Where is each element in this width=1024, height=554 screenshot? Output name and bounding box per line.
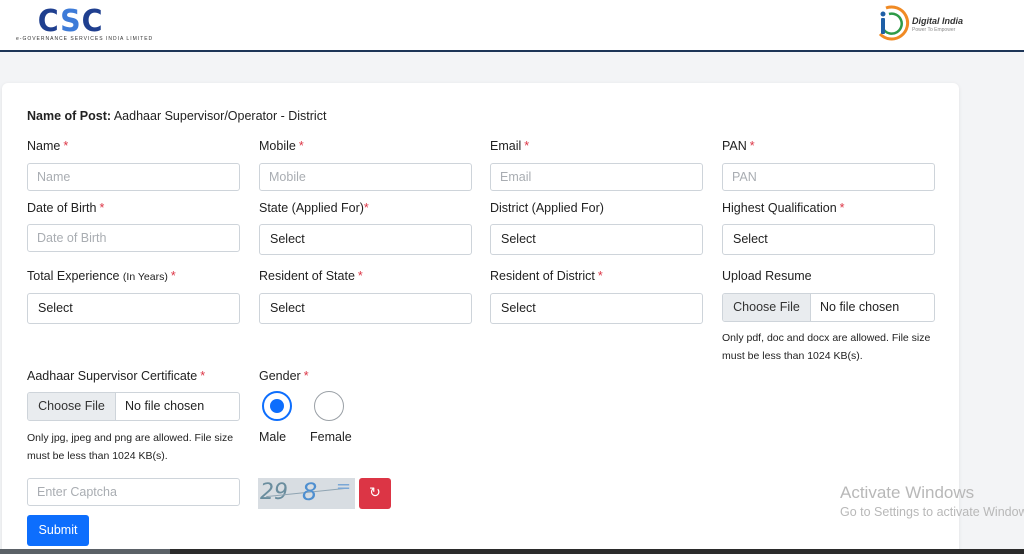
resume-file-status: No file chosen [820,300,900,314]
activate-windows-title: Activate Windows [840,483,975,502]
name-input[interactable] [27,163,240,191]
gender-label: Gender * [259,369,309,383]
resume-choose-file-button[interactable]: Choose File [723,294,811,321]
csc-logo-text: CSC [37,4,104,39]
dob-input[interactable] [27,224,240,252]
district-label: District (Applied For) [490,201,604,215]
gender-male-label[interactable]: Male [259,430,286,444]
certificate-file-input[interactable]: Choose File No file chosen [27,392,240,421]
captcha-glyph-b: 8 [302,478,318,506]
post-title: Name of Post: Aadhaar Supervisor/Operato… [27,109,326,123]
gender-female-radio[interactable] [314,391,344,421]
resident-state-label: Resident of State * [259,269,363,283]
name-label: Name * [27,139,69,153]
refresh-icon: ↻ [369,485,381,501]
pan-label: PAN * [722,139,755,153]
taskbar-segment [0,549,170,554]
site-header: CSC e-GOVERNANCE SERVICES INDIA LIMITED … [0,0,1024,52]
resident-district-label: Resident of District * [490,269,603,283]
state-label: State (Applied For)* [259,201,369,215]
captcha-glyph-c: = [336,478,352,497]
certificate-hint: Only jpg, jpeg and png are allowed. File… [27,432,234,462]
qualification-label: Highest Qualification * [722,201,845,215]
resident-district-select[interactable]: Select [490,293,703,324]
certificate-choose-file-button[interactable]: Choose File [28,393,116,420]
activate-windows-subtitle: Go to Settings to activate Windows. [840,505,1024,519]
resume-file-input[interactable]: Choose File No file chosen [722,293,935,322]
district-select[interactable]: Select [490,224,703,255]
experience-label: Total Experience (In Years) * [27,269,176,283]
resident-state-select[interactable]: Select [259,293,472,324]
gender-female-label[interactable]: Female [310,430,352,444]
csc-logo[interactable]: CSC e-GOVERNANCE SERVICES INDIA LIMITED [14,4,152,44]
captcha-input[interactable] [27,478,240,506]
digital-india-logo[interactable]: Digital India Power To Empower [872,2,982,44]
pan-input[interactable] [722,163,935,191]
post-label: Name of Post: [27,109,112,123]
email-input[interactable] [490,163,703,191]
taskbar [0,549,1024,554]
email-label: Email * [490,139,530,153]
experience-select[interactable]: Select [27,293,240,324]
digital-india-text: Digital India [912,16,964,26]
resume-label: Upload Resume [722,269,812,283]
captcha-refresh-button[interactable]: ↻ [359,478,391,509]
certificate-file-status: No file chosen [125,399,205,413]
gender-male-radio[interactable] [262,391,292,421]
digital-india-subtext: Power To Empower [912,27,956,33]
mobile-input[interactable] [259,163,472,191]
submit-button[interactable]: Submit [27,515,89,546]
qualification-select[interactable]: Select [722,224,935,255]
dob-label: Date of Birth * [27,201,105,215]
captcha-image: 29 8 = [258,478,355,509]
state-select[interactable]: Select [259,224,472,255]
csc-tagline: e-GOVERNANCE SERVICES INDIA LIMITED [16,36,154,42]
post-value: Aadhaar Supervisor/Operator - District [113,109,327,123]
certificate-label: Aadhaar Supervisor Certificate * [27,369,206,383]
mobile-label: Mobile * [259,139,304,153]
captcha-glyph-a: 29 [260,480,288,505]
resume-hint: Only pdf, doc and docx are allowed. File… [722,332,931,362]
digital-india-icon [878,5,910,41]
